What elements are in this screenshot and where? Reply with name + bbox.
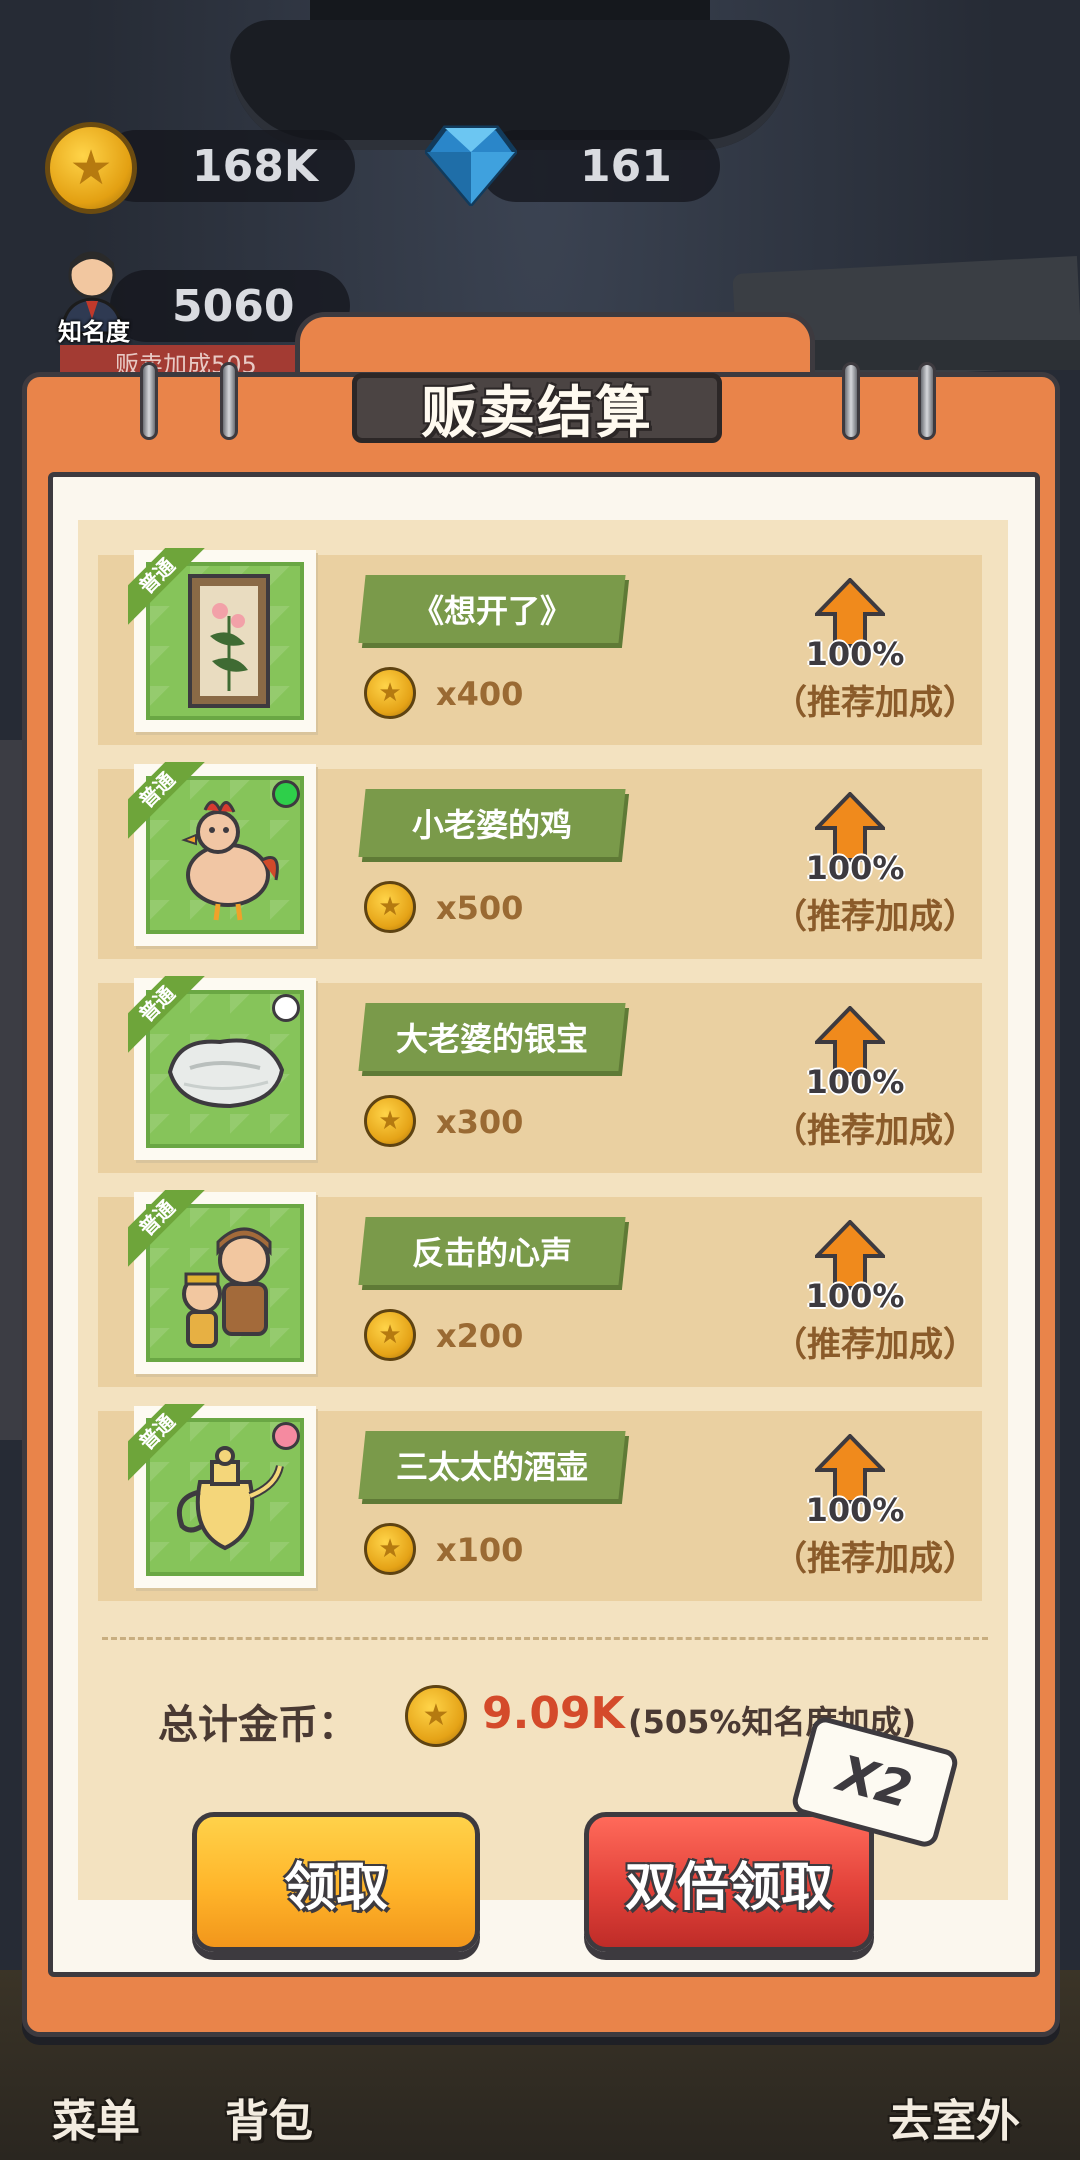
item-thumbnail: 普通 [128, 1404, 316, 1588]
double-claim-button[interactable]: 双倍领取 [584, 1812, 874, 1952]
nav-menu[interactable]: 菜单 [52, 2085, 140, 2149]
coin-icon: ★ [364, 667, 416, 719]
item-price: x300 [436, 1103, 524, 1141]
bonus-label: （推荐加成） [773, 1325, 977, 1365]
diamond-icon [425, 125, 517, 206]
nav-outdoor[interactable]: 去室外 [888, 2085, 1020, 2149]
rarity-badge: 普通 [128, 548, 206, 626]
item-name: 小老婆的鸡 [411, 806, 572, 844]
rarity-badge: 普通 [128, 976, 206, 1054]
nav-backpack[interactable]: 背包 [225, 2085, 313, 2149]
rarity-badge: 普通 [128, 762, 206, 840]
coin-counter: 168K [100, 130, 355, 202]
bonus-percent: 100% [805, 1491, 905, 1529]
bonus-percent: 100% [805, 635, 905, 673]
item-name-banner: 大老婆的银宝 [358, 1003, 626, 1071]
item-thumbnail: 普通 [128, 976, 316, 1160]
item-name-banner: 反击的心声 [358, 1217, 626, 1285]
item-price: x500 [436, 889, 524, 927]
coin-icon: ★ [364, 1309, 416, 1361]
panel-title: 贩卖结算 [421, 380, 653, 446]
item-name-banner: 三太太的酒壶 [358, 1431, 626, 1499]
bonus-label: （推荐加成） [773, 1539, 977, 1579]
total-value: 9.09K [482, 1688, 625, 1739]
item-price: x200 [436, 1317, 524, 1355]
rarity-dot [272, 994, 300, 1022]
rarity-dot [272, 780, 300, 808]
bonus-percent: 100% [805, 1277, 905, 1315]
gem-count: 161 [580, 140, 672, 192]
coin-icon: ★ [364, 1523, 416, 1575]
coin-icon: ★ [405, 1685, 467, 1747]
item-thumbnail: 普通 [128, 762, 316, 946]
title-plate: 贩卖结算 [352, 373, 722, 446]
rarity-badge: 普通 [128, 1404, 206, 1482]
rarity-badge: 普通 [128, 1190, 206, 1268]
coin-icon: ★ [364, 1095, 416, 1147]
coin-icon: ★ [45, 122, 137, 214]
rarity-dot [272, 1422, 300, 1450]
binder-ring [842, 362, 860, 440]
item-thumbnail: 普通 [128, 1190, 316, 1374]
fame-label: 知名度 [58, 318, 130, 346]
item-thumbnail: 普通 [128, 548, 316, 732]
bonus-percent: 100% [805, 1063, 905, 1101]
item-name-banner: 《想开了》 [358, 575, 626, 643]
bonus-label: （推荐加成） [773, 683, 977, 723]
divider [102, 1637, 988, 1640]
coin-count: 168K [192, 140, 318, 192]
item-name-banner: 小老婆的鸡 [358, 789, 626, 857]
item-price: x100 [436, 1531, 524, 1569]
binder-ring [220, 362, 238, 440]
claim-button[interactable]: 领取 [192, 1812, 480, 1952]
bonus-label: （推荐加成） [773, 897, 977, 937]
binder-ring [140, 362, 158, 440]
item-name: 反击的心声 [411, 1234, 572, 1272]
total-label: 总计金币： [158, 1702, 358, 1748]
bonus-percent: 100% [805, 849, 905, 887]
item-name: 《想开了》 [411, 592, 572, 630]
binder-ring [918, 362, 936, 440]
item-name: 三太太的酒壶 [395, 1448, 588, 1486]
bonus-label: （推荐加成） [773, 1111, 977, 1151]
item-name: 大老婆的银宝 [395, 1020, 588, 1058]
item-price: x400 [436, 675, 524, 713]
fame-count: 5060 [172, 280, 295, 332]
coin-icon: ★ [364, 881, 416, 933]
